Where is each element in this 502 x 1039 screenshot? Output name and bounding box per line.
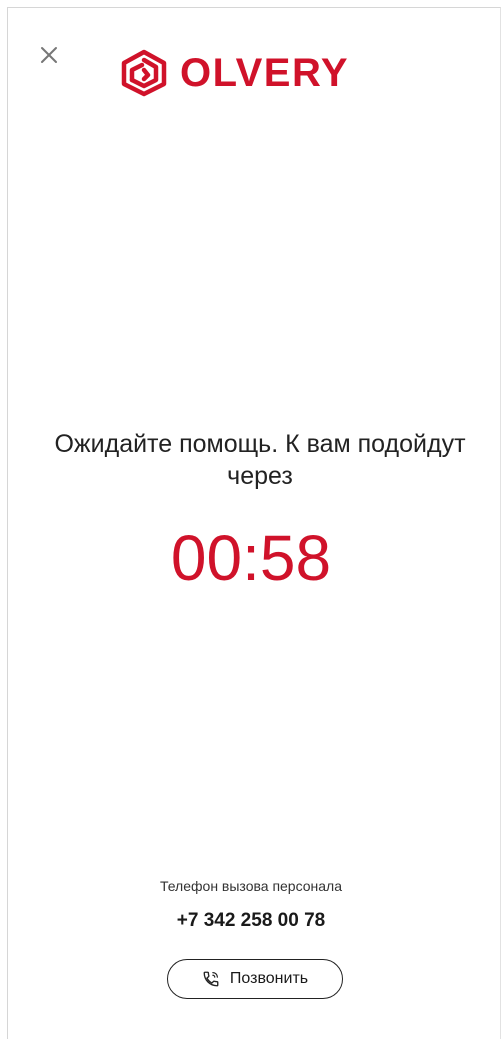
brand-logo: OLVERY: [118, 48, 349, 98]
call-button[interactable]: Позвонить: [167, 959, 343, 999]
phone-icon: [202, 970, 220, 988]
close-icon: [41, 47, 57, 63]
brand-name: OLVERY: [180, 51, 350, 95]
countdown-timer: 00:58: [170, 522, 332, 594]
wait-message: Ожидайте помощь. К вам подойдут через: [54, 430, 466, 490]
phone-number: +7 342 258 00 78: [176, 910, 326, 931]
phone-caption: Телефон вызова персонала: [159, 878, 343, 894]
olvery-logo-icon: [121, 49, 167, 97]
call-button-label: Позвонить: [229, 970, 309, 987]
close-button[interactable]: [34, 40, 64, 70]
